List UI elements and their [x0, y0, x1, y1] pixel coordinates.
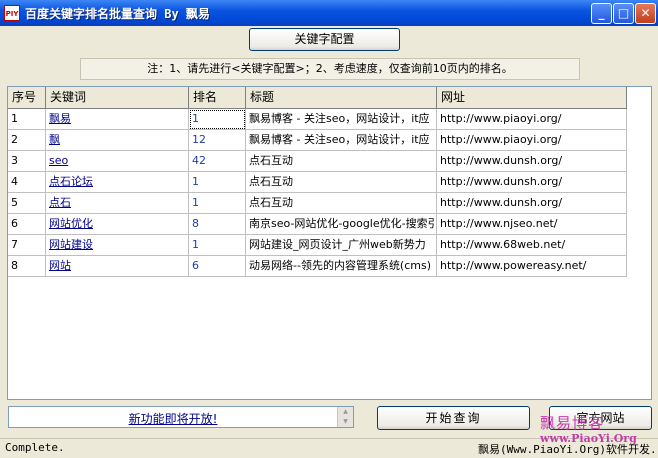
keyword-cell[interactable]: 网站建设: [46, 235, 189, 256]
column-header-index[interactable]: 序号: [8, 87, 46, 109]
maximize-button[interactable]: □: [613, 3, 634, 24]
url-cell[interactable]: http://www.dunsh.org/: [437, 151, 627, 172]
title-cell: 飘易博客 - 关注seo，网站设计，it应: [246, 130, 437, 151]
new-feature-box[interactable]: 新功能即将开放! ▲ ▼: [8, 406, 354, 428]
status-text: Complete.: [5, 441, 65, 454]
watermark-logo: 飘易博客: [540, 414, 605, 432]
url-cell[interactable]: http://www.dunsh.org/: [437, 172, 627, 193]
rank-cell[interactable]: 1: [189, 172, 246, 193]
instruction-note: 注：1、请先进行<关键字配置>；2、考虑速度，仅查询前10页内的排名。: [80, 58, 580, 80]
row-index: 8: [8, 256, 46, 277]
minimize-button[interactable]: _: [591, 3, 612, 24]
table-row[interactable]: 3 seo 42 点石互动 http://www.dunsh.org/: [8, 151, 627, 172]
title-cell: 网站建设_网页设计_广州web新势力: [246, 235, 437, 256]
rank-cell[interactable]: 8: [189, 214, 246, 235]
row-index: 7: [8, 235, 46, 256]
table-row[interactable]: 2 飘 12 飘易博客 - 关注seo，网站设计，it应 http://www.…: [8, 130, 627, 151]
url-cell[interactable]: http://www.njseo.net/: [437, 214, 627, 235]
title-cell: 点石互动: [246, 151, 437, 172]
rank-cell[interactable]: 1: [189, 235, 246, 256]
table-row[interactable]: 8 网站 6 动易网络--领先的内容管理系统(cms) http://www.p…: [8, 256, 627, 277]
close-button[interactable]: ✕: [635, 3, 656, 24]
row-index: 4: [8, 172, 46, 193]
table-row[interactable]: 4 点石论坛 1 点石互动 http://www.dunsh.org/: [8, 172, 627, 193]
url-cell[interactable]: http://www.powereasy.net/: [437, 256, 627, 277]
keyword-cell[interactable]: 网站: [46, 256, 189, 277]
keyword-cell[interactable]: 点石: [46, 193, 189, 214]
url-cell[interactable]: http://www.piaoyi.org/: [437, 130, 627, 151]
rank-cell[interactable]: 1: [189, 109, 246, 130]
url-cell[interactable]: http://www.dunsh.org/: [437, 193, 627, 214]
column-header-rank[interactable]: 排名: [189, 87, 246, 109]
url-cell[interactable]: http://www.68web.net/: [437, 235, 627, 256]
watermark-url: www.PiaoYi.Org: [540, 432, 637, 445]
title-bar[interactable]: PIY 百度关键字排名批量查询 By 飘易 _ □ ✕: [0, 0, 658, 26]
new-feature-link[interactable]: 新功能即将开放!: [9, 410, 337, 427]
title-cell: 南京seo-网站优化-google优化-搜索引: [246, 214, 437, 235]
title-cell: 飘易博客 - 关注seo，网站设计，it应: [246, 109, 437, 130]
table-row[interactable]: 7 网站建设 1 网站建设_网页设计_广州web新势力 http://www.6…: [8, 235, 627, 256]
rank-cell[interactable]: 1: [189, 193, 246, 214]
notice-scrollbar[interactable]: ▲ ▼: [337, 407, 353, 427]
keyword-cell[interactable]: 点石论坛: [46, 172, 189, 193]
title-cell: 点石互动: [246, 172, 437, 193]
keyword-cell[interactable]: seo: [46, 151, 189, 172]
column-header-keyword[interactable]: 关键词: [46, 87, 189, 109]
row-index: 5: [8, 193, 46, 214]
keyword-cell[interactable]: 飘: [46, 130, 189, 151]
start-query-button[interactable]: 开始查询: [377, 406, 530, 430]
keyword-cell[interactable]: 飘易: [46, 109, 189, 130]
row-index: 3: [8, 151, 46, 172]
results-grid[interactable]: 序号 关键词 排名 标题 网址 1 飘易 1 飘易博客 - 关注seo，网站设计…: [7, 86, 652, 400]
column-header-title[interactable]: 标题: [246, 87, 437, 109]
table-row[interactable]: 1 飘易 1 飘易博客 - 关注seo，网站设计，it应 http://www.…: [8, 109, 627, 130]
rank-cell[interactable]: 12: [189, 130, 246, 151]
app-icon: PIY: [4, 5, 20, 21]
keyword-cell[interactable]: 网站优化: [46, 214, 189, 235]
rank-cell[interactable]: 42: [189, 151, 246, 172]
title-cell: 点石互动: [246, 193, 437, 214]
window-title: 百度关键字排名批量查询 By 飘易: [25, 7, 210, 21]
table-row[interactable]: 6 网站优化 8 南京seo-网站优化-google优化-搜索引 http://…: [8, 214, 627, 235]
keyword-config-button[interactable]: 关键字配置: [249, 28, 400, 51]
column-header-url[interactable]: 网址: [437, 87, 627, 109]
table-row[interactable]: 5 点石 1 点石互动 http://www.dunsh.org/: [8, 193, 627, 214]
row-index: 1: [8, 109, 46, 130]
title-cell: 动易网络--领先的内容管理系统(cms): [246, 256, 437, 277]
row-index: 6: [8, 214, 46, 235]
row-index: 2: [8, 130, 46, 151]
rank-cell[interactable]: 6: [189, 256, 246, 277]
url-cell[interactable]: http://www.piaoyi.org/: [437, 109, 627, 130]
